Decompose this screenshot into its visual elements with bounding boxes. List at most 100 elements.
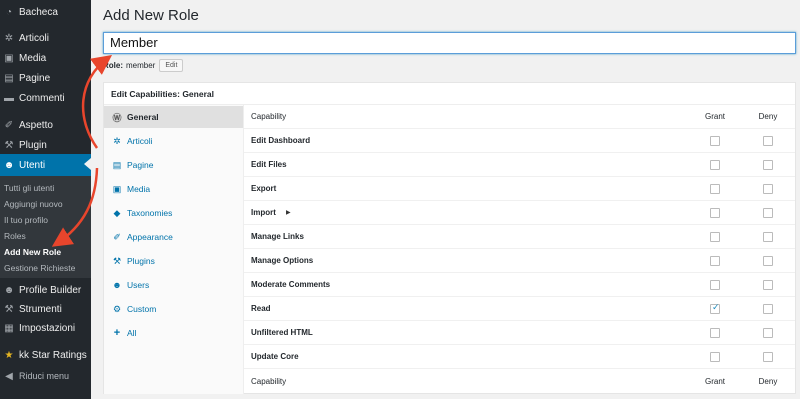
sidebar-item-bacheca[interactable]: ◔ Bacheca bbox=[0, 2, 91, 22]
comments-icon: ▬ bbox=[4, 92, 14, 104]
grant-checkbox[interactable] bbox=[710, 184, 720, 194]
deny-checkbox[interactable] bbox=[763, 208, 773, 218]
deny-checkbox[interactable] bbox=[763, 352, 773, 362]
sidebar-item-commenti[interactable]: ▬ Commenti bbox=[0, 88, 91, 108]
tab-media[interactable]: ▣ Media bbox=[104, 178, 243, 200]
sidebar-item-pagine[interactable]: ▤ Pagine bbox=[0, 68, 91, 88]
deny-checkbox[interactable] bbox=[763, 184, 773, 194]
collapse-menu-button[interactable]: ◀ Riduci menu bbox=[0, 366, 91, 386]
tab-pagine[interactable]: ▤ Pagine bbox=[104, 154, 243, 176]
admin-sidebar: ◔ Bacheca ✲ Articoli ▣ Media ▤ Pagine ▬ … bbox=[0, 0, 91, 399]
grant-checkbox[interactable] bbox=[710, 160, 720, 170]
tab-label: Pagine bbox=[127, 160, 154, 170]
tab-label: Taxonomies bbox=[127, 208, 173, 218]
deny-checkbox[interactable] bbox=[763, 328, 773, 338]
tab-articoli[interactable]: ✲ Articoli bbox=[104, 130, 243, 152]
submenu-item-tutti-gli-utenti[interactable]: Tutti gli utenti bbox=[4, 183, 54, 193]
grant-checkbox[interactable] bbox=[710, 328, 720, 338]
capability-name: Export bbox=[251, 184, 277, 193]
submenu-item-gestione-richieste[interactable]: Gestione Richieste bbox=[4, 263, 75, 273]
users-icon: ☻ bbox=[112, 280, 122, 290]
table-row: Manage Options bbox=[244, 249, 795, 273]
sidebar-item-plugin[interactable]: ⚒ Plugin bbox=[0, 135, 91, 155]
settings-icon: ▦ bbox=[4, 322, 14, 334]
sidebar-item-strumenti[interactable]: ⚒ Strumenti bbox=[0, 299, 91, 319]
sidebar-item-media[interactable]: ▣ Media bbox=[0, 48, 91, 68]
pages-icon: ▤ bbox=[4, 72, 14, 84]
grant-checkbox[interactable] bbox=[710, 136, 720, 146]
media-icon: ▣ bbox=[4, 52, 14, 64]
capability-tabs: Ⓦ General ✲ Articoli ▤ Pagine ▣ Media ◆ … bbox=[104, 105, 244, 394]
deny-checkbox[interactable] bbox=[763, 136, 773, 146]
deny-checkbox[interactable] bbox=[763, 160, 773, 170]
tab-label: Users bbox=[127, 280, 150, 290]
capability-name: Moderate Comments bbox=[251, 280, 331, 289]
capabilities-panel: Edit Capabilities: General Ⓦ General ✲ A… bbox=[103, 82, 796, 394]
wordpress-icon: Ⓦ bbox=[112, 112, 122, 123]
submenu-item-il-tuo-profilo[interactable]: Il tuo profilo bbox=[4, 215, 48, 225]
sidebar-item-articoli[interactable]: ✲ Articoli bbox=[0, 28, 91, 48]
grant-checkbox-checked[interactable] bbox=[710, 302, 720, 314]
tab-users[interactable]: ☻ Users bbox=[104, 274, 243, 296]
deny-checkbox[interactable] bbox=[763, 304, 773, 314]
pushpin-icon: ✲ bbox=[4, 32, 14, 44]
panel-title: Edit Capabilities: General bbox=[104, 83, 795, 105]
tag-icon: ◆ bbox=[113, 207, 121, 218]
sidebar-item-label: Pagine bbox=[19, 72, 51, 84]
submenu-item-add-new-role[interactable]: Add New Role bbox=[4, 247, 61, 257]
capabilities-table: Capability Grant Deny Edit Dashboard Edi… bbox=[244, 105, 795, 394]
brush-icon: ✐ bbox=[4, 119, 14, 131]
tab-label: Appearance bbox=[127, 232, 173, 242]
star-icon: ★ bbox=[4, 349, 14, 361]
tab-label: Plugins bbox=[127, 256, 155, 266]
deny-column-footer: Deny bbox=[758, 376, 778, 386]
table-header: Capability Grant Deny bbox=[244, 105, 795, 129]
role-slug-label: Role: bbox=[103, 61, 123, 70]
table-row: Moderate Comments bbox=[244, 273, 795, 297]
submenu-item-roles[interactable]: Roles bbox=[4, 231, 26, 241]
tab-appearance[interactable]: ✐ Appearance bbox=[104, 226, 243, 248]
capability-name: Read bbox=[251, 304, 271, 313]
plus-icon: + bbox=[113, 327, 121, 339]
sidebar-item-profile-builder[interactable]: ☻ Profile Builder bbox=[0, 280, 91, 300]
deny-checkbox[interactable] bbox=[763, 280, 773, 290]
table-row: Update Core bbox=[244, 345, 795, 369]
role-name-input[interactable]: Member bbox=[103, 32, 796, 54]
table-row: Edit Dashboard bbox=[244, 129, 795, 153]
tab-taxonomies[interactable]: ◆ Taxonomies bbox=[104, 202, 243, 224]
grant-checkbox[interactable] bbox=[710, 256, 720, 266]
tab-all[interactable]: + All bbox=[104, 322, 243, 344]
user-icon: ☻ bbox=[3, 284, 15, 296]
table-row: Edit Files bbox=[244, 153, 795, 177]
sidebar-item-impostazioni[interactable]: ▦ Impostazioni bbox=[0, 318, 91, 338]
tab-plugins[interactable]: ⚒ Plugins bbox=[104, 250, 243, 272]
edit-slug-button[interactable]: Edit bbox=[159, 59, 184, 72]
submenu-item-aggiungi-nuovo[interactable]: Aggiungi nuovo bbox=[4, 199, 63, 209]
sidebar-item-aspetto[interactable]: ✐ Aspetto bbox=[0, 115, 91, 135]
sidebar-item-label: Riduci menu bbox=[19, 371, 70, 381]
users-submenu: Tutti gli utenti Aggiungi nuovo Il tuo p… bbox=[0, 176, 91, 278]
sidebar-item-utenti[interactable]: ☻ Utenti bbox=[0, 154, 91, 176]
brush-icon: ✐ bbox=[113, 231, 121, 242]
sidebar-item-label: Articoli bbox=[19, 32, 50, 44]
gear-icon: ⚙ bbox=[112, 303, 122, 314]
grant-checkbox[interactable] bbox=[710, 232, 720, 242]
table-row: Unfiltered HTML bbox=[244, 321, 795, 345]
grant-checkbox[interactable] bbox=[710, 352, 720, 362]
grant-column-footer: Grant bbox=[705, 376, 726, 386]
expand-arrow-icon[interactable]: ▶ bbox=[286, 209, 291, 216]
sidebar-item-kk-star-ratings[interactable]: ★ kk Star Ratings bbox=[0, 345, 91, 365]
table-row: Manage Links bbox=[244, 225, 795, 249]
grant-checkbox[interactable] bbox=[710, 280, 720, 290]
role-slug-value: member bbox=[126, 61, 156, 70]
tab-general[interactable]: Ⓦ General bbox=[104, 106, 243, 128]
deny-checkbox[interactable] bbox=[763, 256, 773, 266]
grant-checkbox[interactable] bbox=[710, 208, 720, 218]
tab-custom[interactable]: ⚙ Custom bbox=[104, 298, 243, 320]
deny-column-header: Deny bbox=[758, 112, 778, 121]
sidebar-item-label: kk Star Ratings bbox=[19, 349, 87, 361]
sidebar-item-label: Profile Builder bbox=[19, 284, 82, 296]
deny-checkbox[interactable] bbox=[763, 232, 773, 242]
capability-name: Manage Links bbox=[251, 232, 304, 241]
plugin-icon: ⚒ bbox=[112, 255, 122, 266]
